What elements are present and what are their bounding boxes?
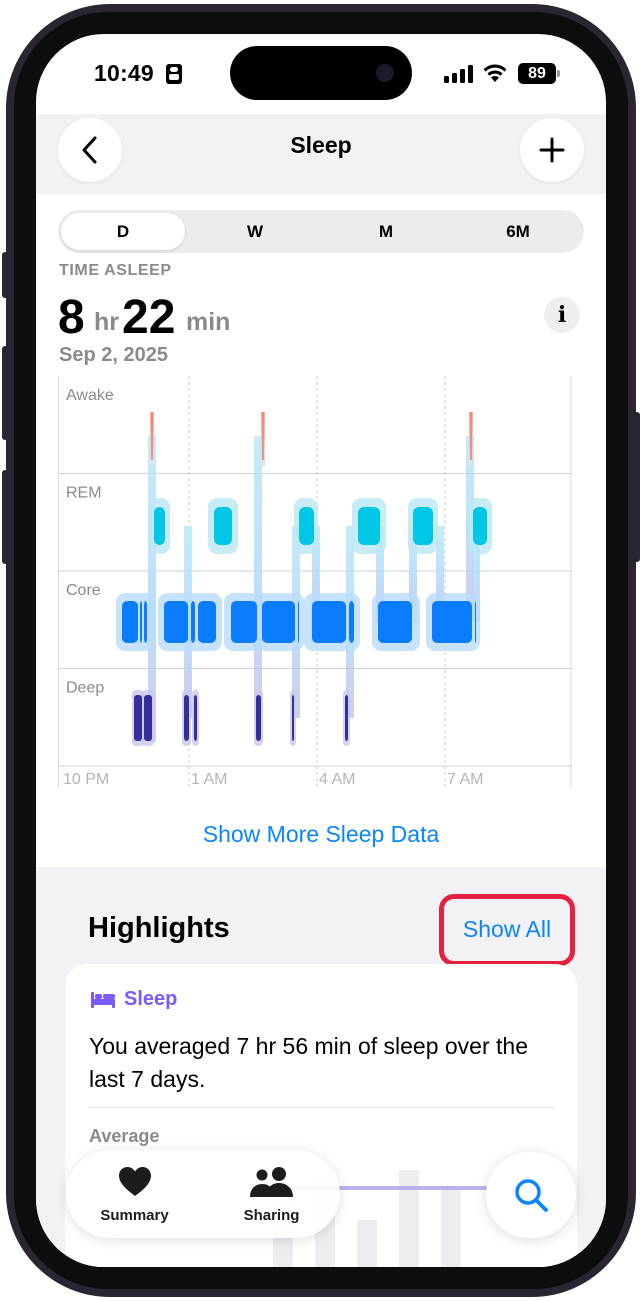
segment-week[interactable]: W — [193, 213, 317, 250]
period-segmented-control: D W M 6M — [58, 210, 584, 253]
tab-bar: Summary Sharing — [66, 1150, 340, 1238]
highlights-title: Highlights — [88, 912, 230, 944]
x-tick-label: 10 PM — [63, 771, 109, 788]
id-card-icon — [166, 64, 182, 84]
deep-segment — [144, 695, 152, 741]
show-all-button[interactable]: Show All — [439, 894, 575, 966]
card-average-label: Average — [89, 1126, 160, 1146]
volume-up-button — [2, 346, 8, 440]
deep-segment — [256, 695, 261, 741]
camera-icon — [376, 64, 394, 82]
wifi-icon — [483, 64, 507, 82]
core-segment — [122, 601, 138, 643]
core-segment — [262, 601, 295, 643]
x-tick-label: 7 AM — [447, 771, 483, 788]
x-tick-label: 4 AM — [319, 771, 355, 788]
segment-day[interactable]: D — [61, 213, 185, 250]
core-segment — [144, 601, 147, 643]
deep-segment — [184, 695, 189, 741]
deep-segment — [292, 695, 294, 741]
core-segment — [164, 601, 188, 643]
show-more-sleep-data-link[interactable]: Show More Sleep Data — [36, 821, 606, 848]
sleep-stages-chart[interactable]: Awake REM Core Deep 10 PM 1 AM 4 AM 7 AM — [58, 376, 572, 788]
card-summary-text: You averaged 7 hr 56 min of sleep over t… — [89, 1033, 528, 1092]
minutes-value: 22 — [122, 291, 176, 344]
bed-icon — [91, 992, 115, 1008]
rem-segment — [413, 507, 433, 545]
search-button[interactable] — [486, 1152, 576, 1238]
tab-summary-label: Summary — [100, 1207, 169, 1224]
people-icon — [250, 1167, 293, 1197]
tab-sharing-label: Sharing — [243, 1207, 300, 1224]
segment-six-months[interactable]: 6M — [456, 213, 580, 250]
info-button[interactable]: i — [544, 297, 580, 333]
cellular-signal-icon — [444, 65, 474, 83]
card-category: Sleep — [124, 988, 178, 1010]
volume-down-button — [2, 470, 8, 564]
dynamic-island — [230, 46, 412, 100]
rem-segment — [214, 507, 232, 545]
rem-segment — [473, 507, 487, 545]
core-segment — [198, 601, 216, 643]
show-all-label: Show All — [462, 916, 552, 942]
battery-icon: 89 — [518, 63, 560, 84]
awake-segment — [151, 412, 153, 460]
stage-label: Deep — [66, 680, 104, 697]
action-button — [2, 252, 8, 298]
hours-value: 8 — [58, 291, 85, 344]
card-divider — [89, 1107, 555, 1108]
heart-icon — [119, 1167, 151, 1196]
plus-icon — [539, 137, 565, 163]
tab-summary[interactable]: Summary — [66, 1150, 203, 1238]
add-button[interactable] — [520, 118, 584, 182]
core-segment — [475, 601, 476, 643]
core-segment — [312, 601, 346, 643]
stage-label: Awake — [66, 387, 114, 404]
x-tick-label: 1 AM — [191, 771, 227, 788]
stage-transition — [254, 436, 262, 718]
rem-segment — [299, 507, 314, 545]
time-asleep-label: TIME ASLEEP — [59, 262, 172, 279]
deep-segment — [345, 695, 348, 741]
core-segment — [140, 601, 142, 643]
core-segment — [231, 601, 257, 643]
minutes-unit: min — [186, 308, 231, 336]
awake-segment — [470, 412, 472, 460]
segment-month[interactable]: M — [324, 213, 448, 250]
awake-segment — [262, 412, 264, 460]
core-segment — [432, 601, 472, 643]
status-bar: 10:49 89 — [36, 34, 606, 114]
search-icon — [515, 1179, 548, 1212]
hours-unit: hr — [94, 308, 119, 336]
rem-segment — [154, 507, 165, 545]
core-segment — [349, 601, 354, 643]
screen: 10:49 89 Sleep D W M 6M TIME ASLEEP 8 hr… — [36, 34, 606, 1267]
rem-segment — [358, 507, 380, 545]
deep-segment — [194, 695, 197, 741]
deep-segment — [134, 695, 142, 741]
status-time: 10:49 — [94, 60, 154, 86]
core-segment — [191, 601, 195, 643]
sleep-date: Sep 2, 2025 — [59, 344, 168, 366]
stage-label: REM — [66, 485, 102, 502]
power-button — [634, 412, 640, 562]
stage-label: Core — [66, 582, 101, 599]
core-segment — [378, 601, 412, 643]
tab-sharing[interactable]: Sharing — [203, 1150, 340, 1238]
core-segment — [298, 601, 299, 643]
